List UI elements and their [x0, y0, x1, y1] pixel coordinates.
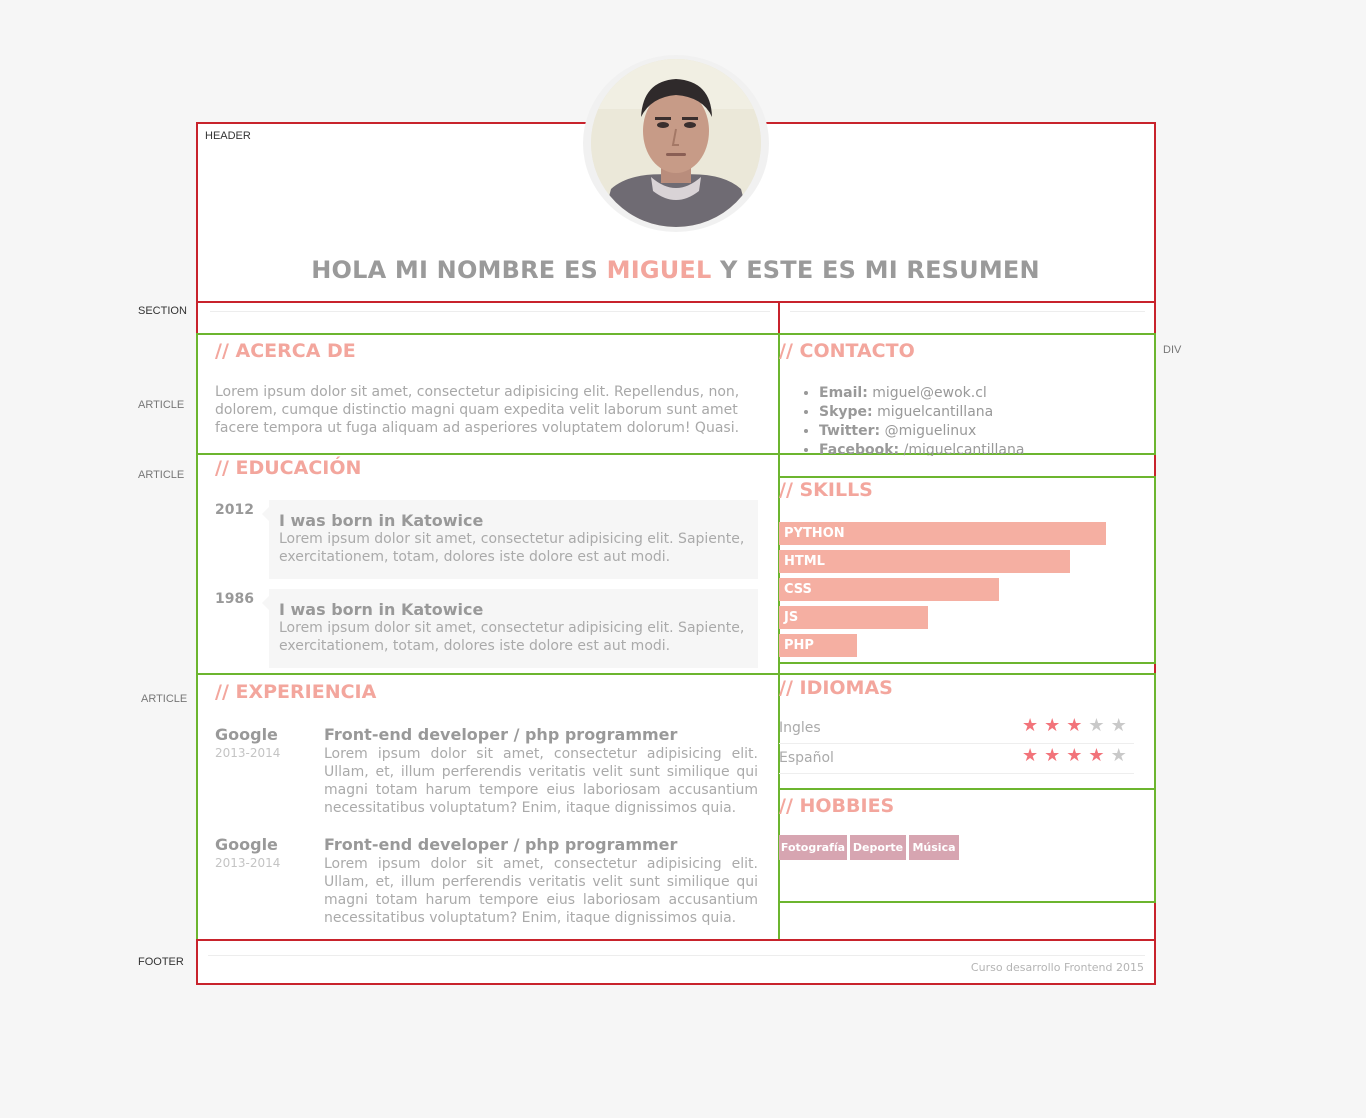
education-text: Lorem ipsum dolor sit amet, consectetur …: [279, 620, 745, 654]
div-label: DIV: [1163, 344, 1182, 356]
divider: [210, 311, 770, 312]
about-heading: // ACERCA DE: [215, 340, 356, 362]
section-label: SECTION: [138, 305, 187, 317]
language-name: Ingles: [779, 720, 821, 736]
skill-bar-php: PHP: [779, 634, 857, 657]
contact-facebook[interactable]: Facebook: /miguelcantillana: [819, 441, 1169, 456]
contact-skype[interactable]: Skype: miguelcantillana: [819, 403, 1169, 422]
star-icon: ★: [1066, 745, 1089, 766]
experience-heading: // EXPERIENCIA: [215, 681, 377, 703]
language-rating: ★★★★★: [1022, 715, 1133, 736]
education-card: I was born in Katowice Lorem ipsum dolor…: [262, 589, 758, 668]
education-year: 2012: [215, 502, 254, 518]
experience-company: Google: [215, 725, 278, 744]
experience-company: Google: [215, 835, 278, 854]
article-label-3: ARTICLE: [141, 693, 188, 705]
education-card: I was born in Katowice Lorem ipsum dolor…: [262, 500, 758, 579]
footer-label: FOOTER: [138, 956, 184, 968]
star-icon: ★: [1110, 745, 1133, 766]
contact-twitter[interactable]: Twitter: @miguelinux: [819, 422, 1169, 441]
contact-list: Email: miguel@ewok.cl Skype: miguelcanti…: [801, 384, 1169, 456]
article-label-2: ARTICLE: [138, 469, 185, 481]
education-heading: // EDUCACIÓN: [215, 457, 362, 479]
about-text: Lorem ipsum dolor sit amet, consectetur …: [215, 384, 740, 436]
experience-text: Lorem ipsum dolor sit amet, consectetur …: [324, 856, 758, 926]
header-label: HEADER: [205, 130, 251, 142]
skill-bar-html: HTML: [779, 550, 1070, 573]
skill-bar-python: PYTHON: [779, 522, 1106, 545]
education-title: I was born in Katowice: [279, 511, 484, 530]
page-title: HOLA MI NOMBRE ES MIGUEL Y ESTE ES MI RE…: [311, 256, 1040, 284]
education-year: 1986: [215, 591, 254, 607]
experience-text: Lorem ipsum dolor sit amet, consectetur …: [324, 746, 758, 816]
hobby-tag: Deporte: [850, 835, 906, 860]
languages-heading: // IDIOMAS: [779, 677, 893, 699]
divider: [790, 311, 1145, 312]
star-icon: ★: [1044, 745, 1067, 766]
divider: [208, 955, 1145, 956]
contact-heading: // CONTACTO: [779, 340, 915, 362]
language-rating: ★★★★★: [1022, 745, 1133, 766]
name-highlight: MIGUEL: [606, 256, 712, 284]
skill-bar-css: CSS: [779, 578, 999, 601]
contact-email[interactable]: Email: miguel@ewok.cl: [819, 384, 1169, 403]
skills-heading: // SKILLS: [779, 479, 873, 501]
hobby-tag: Fotografía: [779, 835, 847, 860]
star-icon: ★: [1110, 715, 1133, 736]
star-icon: ★: [1022, 745, 1045, 766]
divider: [779, 773, 1134, 774]
skill-bar-js: JS: [779, 606, 928, 629]
article-label-1: ARTICLE: [138, 399, 185, 411]
star-icon: ★: [1088, 715, 1111, 736]
avatar: [583, 55, 769, 232]
experience-role: Front-end developer / php programmer: [324, 725, 678, 744]
language-name: Español: [779, 750, 834, 766]
profile-photo: [591, 59, 761, 227]
footer-text: Curso desarrollo Frontend 2015: [970, 961, 1144, 974]
divider: [779, 743, 1134, 744]
star-icon: ★: [1066, 715, 1089, 736]
star-icon: ★: [1022, 715, 1045, 736]
hobby-tag: Música: [909, 835, 959, 860]
star-icon: ★: [1088, 745, 1111, 766]
hobbies-heading: // HOBBIES: [779, 795, 895, 817]
education-title: I was born in Katowice: [279, 600, 484, 619]
experience-role: Front-end developer / php programmer: [324, 835, 678, 854]
star-icon: ★: [1044, 715, 1067, 736]
experience-years: 2013-2014: [215, 856, 281, 870]
education-text: Lorem ipsum dolor sit amet, consectetur …: [279, 531, 745, 565]
experience-years: 2013-2014: [215, 746, 281, 760]
